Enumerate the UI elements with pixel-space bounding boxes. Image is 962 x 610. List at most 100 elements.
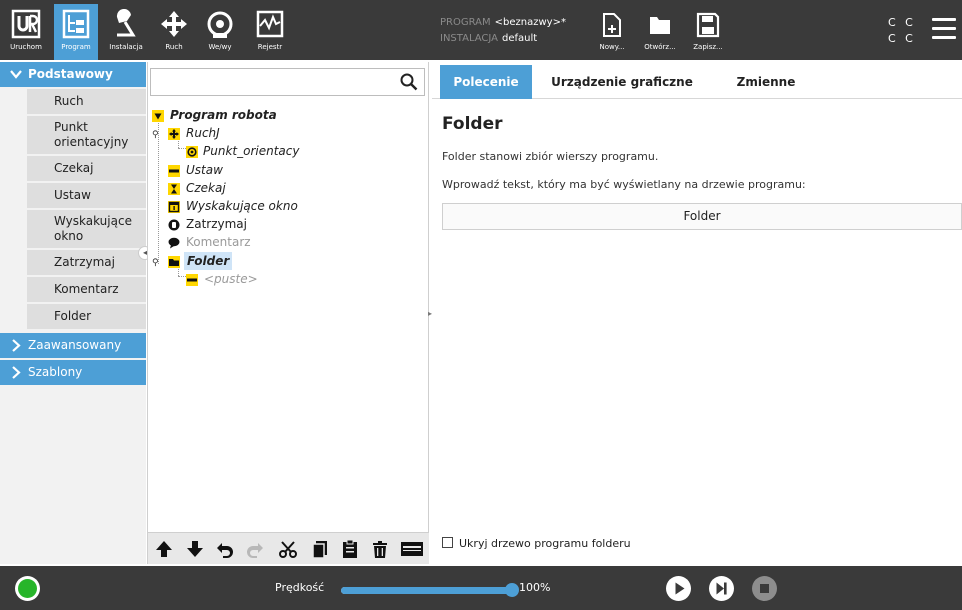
tab-wewy-label: We/wy: [208, 43, 232, 51]
tree-node-empty[interactable]: <puste>: [152, 270, 427, 288]
tree-node-program-robota[interactable]: Program robota: [152, 106, 427, 124]
category-szablony-label: Szablony: [28, 365, 83, 379]
tab-instalacja-label: Instalacja: [109, 43, 143, 51]
tree-node-ustaw[interactable]: Ustaw: [152, 161, 427, 179]
open-program-label: Otwórz...: [644, 43, 676, 51]
tab-rejestr[interactable]: Rejestr: [248, 4, 292, 60]
delete-icon[interactable]: [370, 539, 390, 559]
tab-polecenie[interactable]: Polecenie: [440, 65, 532, 99]
category-zaawansowany[interactable]: Zaawansowany: [0, 333, 146, 358]
move-down-icon[interactable]: [185, 539, 205, 559]
move-up-icon[interactable]: [154, 539, 174, 559]
hourglass-icon: [168, 182, 180, 195]
program-icon: [54, 4, 98, 42]
tree-node-folder[interactable]: ⚲ Folder: [152, 251, 427, 270]
tree-node-punkt-orientacy[interactable]: Punkt_orientacy: [152, 142, 427, 160]
palette-item-folder[interactable]: Folder: [27, 304, 146, 331]
tree-node-ruchj[interactable]: ⚲ RuchJ: [152, 124, 427, 142]
tab-instalacja[interactable]: Instalacja: [104, 4, 148, 60]
power-button[interactable]: [15, 576, 40, 601]
page-title: Folder: [442, 114, 503, 134]
bottom-bar: Prędkość 100%: [0, 566, 962, 610]
program-tree-panel: Program robota ⚲ RuchJ Punkt_orientacy U…: [147, 62, 429, 564]
folder-instruction: Wprowadź tekst, który ma być wyświetlany…: [442, 178, 806, 191]
tree-search-input[interactable]: [150, 68, 425, 96]
hide-tree-option[interactable]: Ukryj drzewo programu folderu: [442, 536, 631, 552]
save-program-label: Zapisz...: [693, 43, 723, 51]
io-icon: [198, 4, 242, 42]
tab-program-label: Program: [61, 43, 91, 51]
tree-node-label: Zatrzymaj: [186, 217, 247, 232]
tree-node-czekaj[interactable]: Czekaj: [152, 179, 427, 197]
program-key: PROGRAM: [440, 17, 491, 28]
copy-icon[interactable]: [310, 539, 330, 559]
tree-node-zatrzymaj[interactable]: Zatrzymaj: [152, 215, 427, 233]
palette-item-wyskakujace-okno[interactable]: Wyskakujące okno: [27, 210, 146, 250]
palette-item-czekaj[interactable]: Czekaj: [27, 156, 146, 183]
move-node-icon: [168, 127, 180, 141]
tab-zmienne[interactable]: Zmienne: [716, 65, 816, 99]
power-status-icon: [18, 579, 37, 598]
search-icon[interactable]: [400, 73, 418, 95]
new-program-button[interactable]: Nowy...: [592, 12, 632, 56]
hamburger-menu-icon[interactable]: [932, 18, 956, 40]
category-podstawowy[interactable]: Podstawowy: [0, 62, 146, 87]
program-tree: Program robota ⚲ RuchJ Punkt_orientacy U…: [152, 106, 427, 288]
palette-item-ruch[interactable]: Ruch: [27, 89, 146, 116]
speed-label: Prędkość: [275, 581, 325, 594]
tree-node-label: RuchJ: [186, 126, 220, 141]
palette-item-zatrzymaj[interactable]: Zatrzymaj: [27, 250, 146, 277]
folder-name-field[interactable]: Folder: [442, 203, 962, 230]
category-szablony[interactable]: Szablony: [0, 360, 146, 385]
tree-node-komentarz[interactable]: Komentarz: [152, 233, 427, 251]
tree-node-label: Ustaw: [186, 162, 223, 177]
tab-urzadzenie-graficzne[interactable]: Urządzenie graficzne: [544, 65, 700, 99]
tree-node-wyskakujace-okno[interactable]: Wyskakujące okno: [152, 197, 427, 215]
category-podstawowy-label: Podstawowy: [28, 67, 113, 81]
palette-item-komentarz[interactable]: Komentarz: [27, 277, 146, 304]
chevron-down-icon: [10, 62, 22, 96]
tree-node-label: Czekaj: [186, 180, 226, 195]
new-file-icon: [601, 13, 623, 42]
folder-description: Folder stanowi zbiór wierszy programu.: [442, 150, 659, 163]
play-icon: [666, 582, 691, 605]
step-icon: [709, 582, 734, 605]
tree-node-label: Program robota: [170, 108, 277, 122]
category-zaawansowany-label: Zaawansowany: [28, 338, 122, 352]
tab-program[interactable]: Program: [54, 4, 98, 60]
open-program-button[interactable]: Otwórz...: [640, 12, 680, 56]
play-button[interactable]: [666, 576, 691, 601]
speed-slider-handle[interactable]: [505, 583, 519, 597]
paste-icon[interactable]: [340, 539, 360, 559]
save-program-button[interactable]: Zapisz...: [688, 12, 728, 56]
tree-node-label: Folder: [184, 251, 233, 270]
log-icon: [248, 4, 292, 42]
step-button[interactable]: [709, 576, 734, 601]
suppress-icon[interactable]: [400, 539, 424, 559]
set-icon: [168, 164, 180, 177]
redo-icon[interactable]: [245, 539, 265, 559]
installation-icon: [104, 4, 148, 42]
tab-uruchom[interactable]: Uruchom: [4, 4, 48, 60]
stop-button[interactable]: [752, 576, 777, 601]
tab-ruch[interactable]: Ruch: [152, 4, 196, 60]
cut-icon[interactable]: [278, 539, 298, 559]
save-icon: [696, 12, 720, 42]
palette-item-punkt-orientacyjny[interactable]: Punkt orientacyjny: [27, 116, 146, 156]
command-palette: Podstawowy Ruch Punkt orientacyjny Czeka…: [0, 62, 146, 564]
tab-rejestr-label: Rejestr: [257, 43, 283, 51]
speed-slider[interactable]: [341, 587, 513, 594]
program-info: PROGRAM <beznazwy>* INSTALACJA default: [440, 15, 566, 47]
palette-items: Ruch Punkt orientacyjny Czekaj Ustaw Wys…: [0, 89, 146, 331]
tab-wewy[interactable]: We/wy: [198, 4, 242, 60]
ur-logo-icon: [4, 4, 48, 42]
waypoint-icon: [186, 145, 198, 159]
program-name: <beznazwy>*: [494, 17, 566, 28]
undo-icon[interactable]: [215, 539, 235, 559]
palette-item-ustaw[interactable]: Ustaw: [27, 183, 146, 210]
tab-ruch-label: Ruch: [165, 43, 183, 51]
speed-slider-fill: [341, 587, 513, 594]
hide-tree-checkbox[interactable]: [442, 537, 453, 548]
move-icon: [152, 4, 196, 42]
installation-key: INSTALACJA: [440, 33, 499, 44]
